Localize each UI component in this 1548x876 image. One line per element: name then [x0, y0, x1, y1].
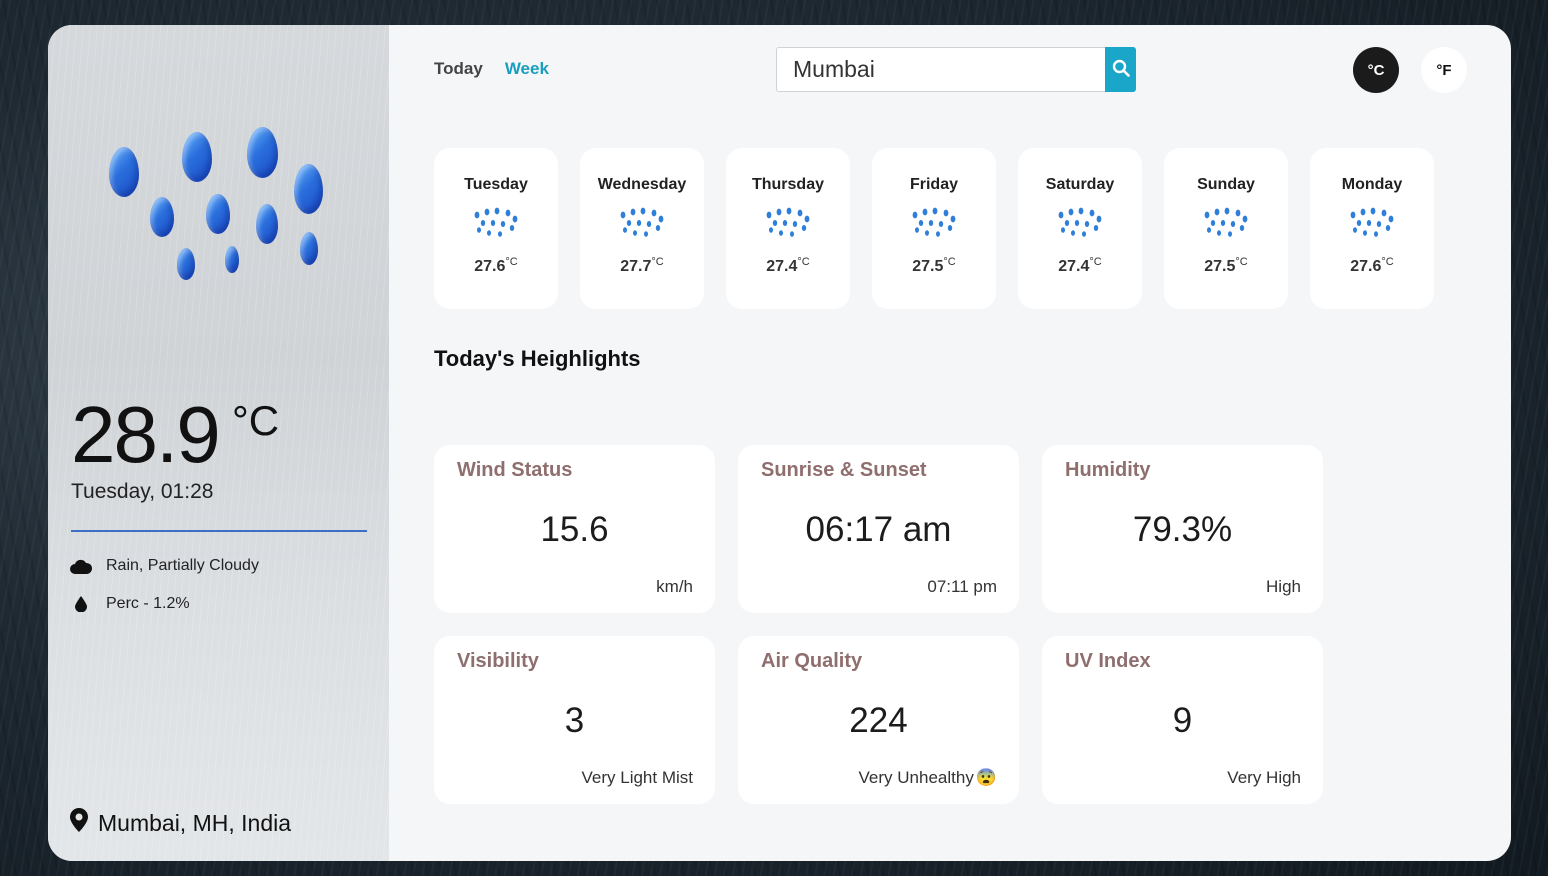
- forecast-day-friday[interactable]: Friday 27.5°C: [872, 148, 996, 309]
- forecast-day-saturday[interactable]: Saturday 27.4°C: [1018, 148, 1142, 309]
- fahrenheit-button[interactable]: °F: [1421, 47, 1467, 93]
- weather-app: 28.9 °C Tuesday, 01:28 Rain, Partially C…: [48, 25, 1511, 861]
- main-panel: Today Week °C °F Tuesday: [389, 25, 1511, 861]
- highlight-uv-index: UV Index 9 Very High: [1042, 636, 1323, 804]
- highlight-title: Air Quality: [761, 650, 863, 672]
- rain-icon: [912, 207, 956, 237]
- highlight-wind-status: Wind Status 15.6 km/h: [434, 445, 715, 613]
- rain-icon: [1058, 207, 1102, 237]
- highlight-title: Humidity: [1065, 459, 1151, 481]
- rain-icon: [1204, 207, 1248, 237]
- search-button[interactable]: [1105, 47, 1136, 92]
- forecast-day-temp: 27.4°C: [766, 256, 810, 275]
- highlight-title: Wind Status: [457, 459, 573, 481]
- current-weather-panel: 28.9 °C Tuesday, 01:28 Rain, Partially C…: [48, 25, 389, 861]
- highlight-subtext: Very Light Mist: [581, 768, 694, 787]
- forecast-day-name: Tuesday: [464, 176, 528, 193]
- forecast-day-wednesday[interactable]: Wednesday 27.7°C: [580, 148, 704, 309]
- highlight-value: 3: [564, 701, 585, 740]
- rain-drops-icon: [103, 120, 333, 290]
- highlight-visibility: Visibility 3 Very Light Mist: [434, 636, 715, 804]
- forecast-day-temp: 27.4°C: [1058, 256, 1102, 275]
- highlight-subtext: km/h: [656, 577, 693, 596]
- forecast-day-name: Friday: [909, 176, 958, 193]
- forecast-day-name: Wednesday: [597, 176, 687, 193]
- precipitation-text: Perc - 1.2%: [106, 595, 190, 612]
- search-input[interactable]: [776, 47, 1105, 92]
- location: Mumbai, MH, India: [70, 808, 291, 838]
- forecast-day-sunday[interactable]: Sunday 27.5°C: [1164, 148, 1288, 309]
- forecast-day-temp: 27.6°C: [1350, 256, 1394, 275]
- celsius-button[interactable]: °C: [1353, 47, 1399, 93]
- forecast-day-tuesday[interactable]: Tuesday 27.6°C: [434, 148, 558, 309]
- condition-row: Rain, Partially Cloudy: [70, 557, 259, 575]
- view-tabs: Today Week: [434, 59, 549, 79]
- highlight-sunrise-sunset: Sunrise & Sunset 06:17 am 07:11 pm: [738, 445, 1019, 613]
- divider: [71, 530, 367, 532]
- forecast-day-temp: 27.5°C: [912, 256, 956, 275]
- forecast-day-monday[interactable]: Monday 27.6°C: [1310, 148, 1434, 309]
- tab-week[interactable]: Week: [505, 59, 549, 79]
- highlight-subtext: High: [1266, 577, 1301, 596]
- droplet-icon: [70, 595, 92, 613]
- highlight-title: Visibility: [457, 650, 539, 672]
- highlight-air-quality: Air Quality 224 Very Unhealthy 😨: [738, 636, 1019, 804]
- current-temperature: 28.9 °C: [71, 395, 279, 475]
- precipitation-row: Perc - 1.2%: [70, 595, 190, 613]
- highlight-humidity: Humidity 79.3% High: [1042, 445, 1323, 613]
- rain-icon: [474, 207, 518, 237]
- highlight-value: 06:17 am: [805, 510, 952, 549]
- search-bar: [776, 47, 1136, 92]
- temperature-unit: °C: [232, 397, 280, 444]
- highlight-value: 15.6: [540, 510, 609, 549]
- highlight-subtext: Very Unhealthy 😨: [858, 768, 997, 787]
- highlight-value: 224: [849, 701, 908, 740]
- weekly-forecast: Tuesday 27.6°C Wednesday 27.7°C Thursday…: [434, 148, 1434, 309]
- condition-text: Rain, Partially Cloudy: [106, 557, 259, 574]
- forecast-day-thursday[interactable]: Thursday 27.4°C: [726, 148, 850, 309]
- highlight-subtext: 07:11 pm: [927, 577, 997, 596]
- cloud-icon: [70, 557, 92, 575]
- tab-today[interactable]: Today: [434, 59, 483, 79]
- temperature-value: 28.9: [71, 390, 221, 479]
- current-date-time: Tuesday, 01:28: [71, 480, 214, 503]
- map-pin-icon: [70, 808, 88, 838]
- fearful-face-emoji-icon: 😨: [975, 768, 997, 787]
- location-text: Mumbai, MH, India: [98, 809, 292, 836]
- highlight-title: UV Index: [1065, 650, 1151, 672]
- highlight-value: 9: [1172, 701, 1193, 740]
- rain-icon: [1350, 207, 1394, 237]
- highlight-title: Sunrise & Sunset: [761, 459, 927, 481]
- highlights-title: Today's Heighlights: [434, 346, 641, 371]
- search-icon: [1112, 59, 1130, 80]
- forecast-day-name: Monday: [1341, 176, 1403, 193]
- highlight-value: 79.3%: [1132, 510, 1233, 549]
- forecast-day-temp: 27.6°C: [474, 256, 518, 275]
- rain-icon: [766, 207, 810, 237]
- highlight-subtext: Very High: [1227, 768, 1301, 787]
- rain-icon: [620, 207, 664, 237]
- forecast-day-name: Saturday: [1045, 176, 1115, 193]
- forecast-day-name: Sunday: [1197, 176, 1255, 193]
- highlights-grid: Wind Status 15.6 km/h Sunrise & Sunset 0…: [434, 445, 1323, 804]
- forecast-day-temp: 27.5°C: [1204, 256, 1248, 275]
- forecast-day-temp: 27.7°C: [620, 256, 664, 275]
- forecast-day-name: Thursday: [751, 176, 824, 193]
